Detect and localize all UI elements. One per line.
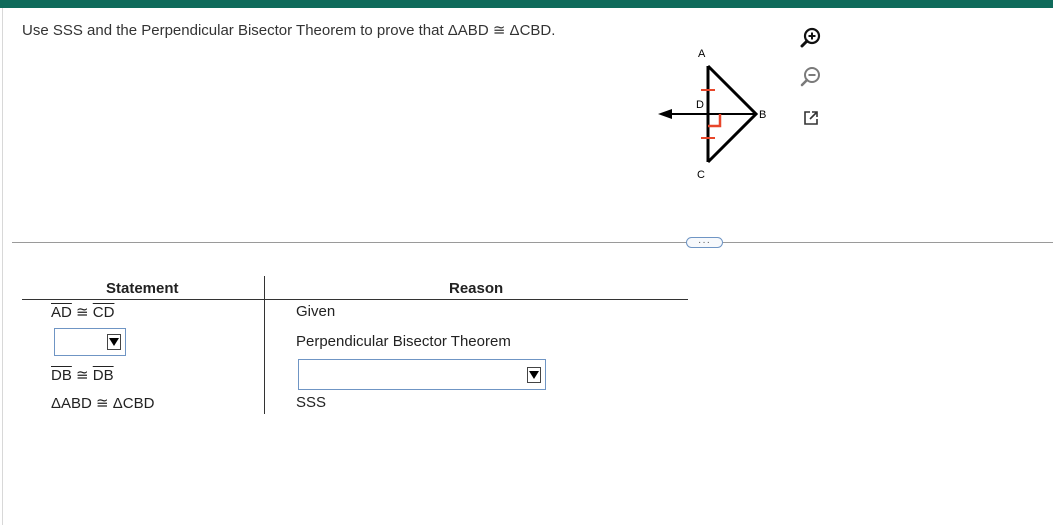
statement-row-4: ΔABD ≅ ΔCBD — [51, 395, 155, 412]
chevron-down-icon — [527, 366, 541, 383]
proof-table: Statement Reason AD ≅ CD Given Perpendic… — [22, 276, 688, 416]
popout-button[interactable] — [798, 105, 824, 131]
label-b: B — [759, 109, 766, 121]
header-rule — [22, 299, 688, 300]
zoom-in-icon — [800, 27, 821, 48]
panel-border — [2, 8, 3, 525]
reason-row-1: Given — [296, 303, 336, 320]
question-prompt: Use SSS and the Perpendicular Bisector T… — [22, 22, 556, 39]
section-divider — [12, 242, 1053, 243]
zoom-out-icon — [800, 67, 820, 87]
congruent-symbol: ≅ — [71, 304, 93, 321]
reason-row-3-dropdown[interactable] — [298, 359, 546, 390]
more-options-button[interactable]: ··· — [686, 237, 723, 248]
segment-db-2: DB — [92, 367, 114, 384]
label-d: D — [696, 99, 704, 111]
statement-row-3: DB ≅ DB — [51, 366, 114, 384]
top-bar — [0, 0, 1053, 8]
zoom-out-button[interactable] — [798, 63, 824, 89]
triangle-figure: A D B C — [650, 44, 780, 184]
label-c: C — [697, 169, 705, 181]
statement-row-1: AD ≅ CD — [51, 303, 114, 321]
segment-db: DB — [51, 367, 72, 384]
statement-row-2-dropdown[interactable] — [54, 328, 126, 356]
label-a: A — [698, 48, 706, 60]
segment-ad: AD — [51, 304, 72, 321]
popout-icon — [804, 111, 818, 125]
zoom-in-button[interactable] — [798, 24, 824, 50]
chevron-down-icon — [107, 334, 121, 350]
statement-header: Statement — [106, 280, 179, 297]
reason-row-4: SSS — [296, 394, 327, 411]
segment-cd: CD — [92, 304, 115, 321]
reason-row-2: Perpendicular Bisector Theorem — [296, 333, 511, 350]
column-rule — [264, 276, 265, 414]
congruent-symbol: ≅ — [71, 367, 93, 384]
reason-header: Reason — [449, 280, 504, 297]
